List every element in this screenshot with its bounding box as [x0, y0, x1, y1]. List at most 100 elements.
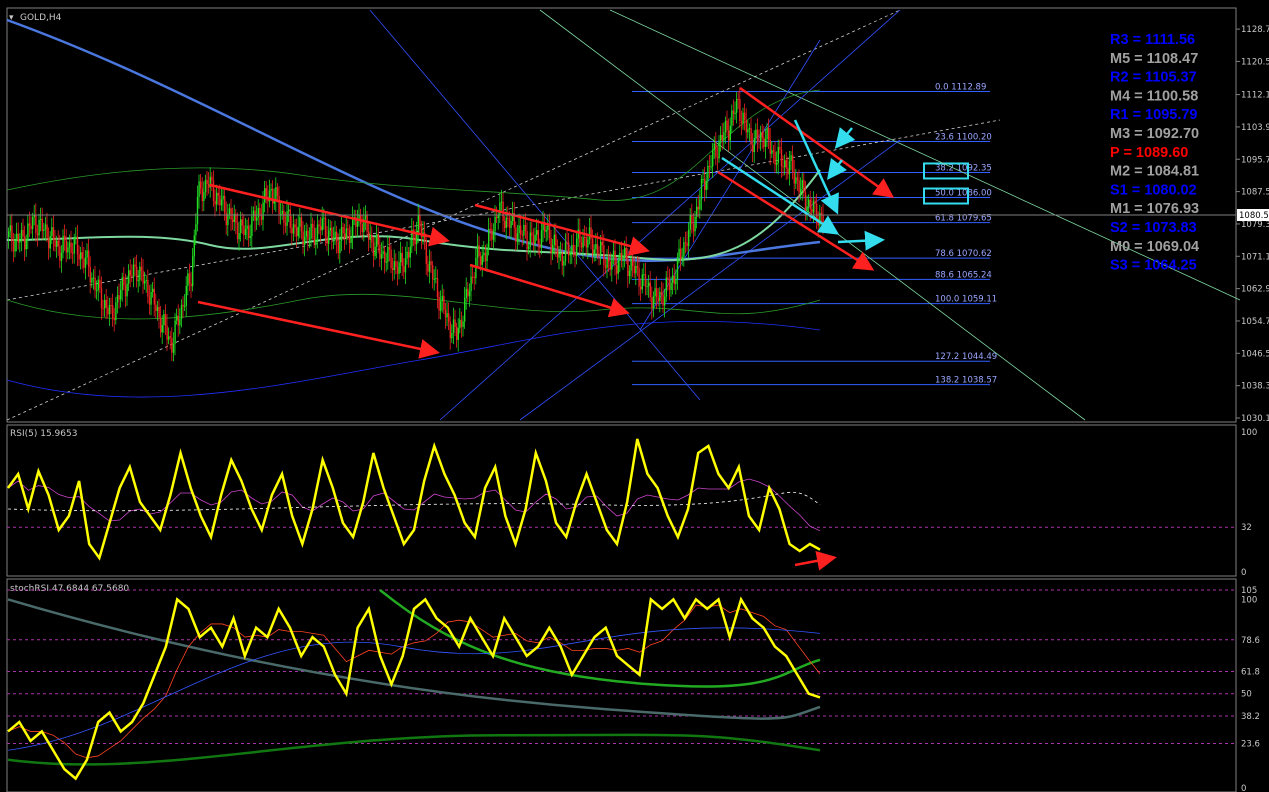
candle-body — [612, 250, 615, 258]
candle-body — [788, 160, 791, 175]
price-tick-label: 1054.7 — [1241, 317, 1269, 327]
candle-body — [496, 216, 498, 219]
candle-body — [681, 256, 683, 259]
candle-body — [710, 166, 712, 168]
candle-body — [248, 225, 250, 238]
trading-chart[interactable]: ▾ GOLD,H4 1128.71120.51112.11103.91095.7… — [0, 0, 1269, 792]
candle-body — [65, 240, 67, 253]
candle-body — [449, 321, 451, 339]
candle-body — [108, 304, 111, 315]
candle-body — [553, 234, 555, 245]
candle-body — [145, 279, 147, 281]
candle-body — [72, 252, 74, 254]
candle-body — [448, 313, 450, 322]
candle-body — [427, 264, 429, 272]
candle-body — [473, 277, 475, 279]
candle-body — [774, 151, 776, 165]
candle-body — [808, 199, 810, 207]
candle-body — [673, 275, 675, 285]
candle-body — [790, 155, 792, 161]
candle-body — [265, 188, 267, 197]
candle-body — [112, 305, 114, 319]
candle-body — [400, 252, 402, 263]
candle-body — [745, 120, 747, 133]
candle-body — [564, 242, 567, 262]
candle-body — [344, 233, 346, 239]
candle-body — [504, 220, 506, 228]
candle-body — [24, 236, 26, 250]
candle-body — [240, 219, 242, 234]
candle-body — [588, 227, 591, 240]
candle-body — [369, 234, 371, 240]
candle-body — [20, 230, 23, 241]
candle-body — [275, 187, 277, 201]
candle-body — [132, 264, 135, 277]
price-tick-label: 1079.3 — [1241, 220, 1269, 230]
candle-body — [675, 279, 677, 285]
candle-body — [134, 264, 136, 267]
candle-body — [784, 160, 786, 168]
candle-body — [323, 217, 325, 219]
candle-body — [692, 223, 695, 232]
candle-body — [732, 110, 735, 114]
candle-body — [8, 231, 10, 237]
candle-body — [521, 234, 523, 236]
candle-body — [691, 214, 693, 224]
candle-body — [336, 231, 338, 242]
candle-body — [166, 325, 168, 340]
candle-body — [641, 274, 643, 290]
candle-body — [174, 320, 176, 344]
candle-body — [748, 128, 751, 130]
candle-body — [670, 282, 672, 290]
candle-body — [656, 288, 658, 298]
candle-body — [651, 297, 653, 309]
candle-body — [144, 280, 146, 284]
candle-body — [40, 218, 42, 220]
candle-body — [292, 224, 295, 234]
candle-body — [584, 236, 586, 238]
candle-body — [451, 332, 453, 339]
candle-body — [276, 187, 279, 196]
candle-body — [139, 266, 141, 281]
candle-body — [92, 277, 95, 279]
candle-body — [446, 313, 448, 318]
candle-body — [251, 216, 253, 237]
candle-body — [94, 277, 96, 291]
candle-body — [467, 288, 469, 297]
candle-body — [734, 112, 736, 114]
candle-body — [601, 241, 603, 246]
candle-body — [89, 267, 91, 283]
candle-body — [585, 237, 587, 248]
candle-body — [664, 296, 666, 306]
price-tick-label: 1087.5 — [1241, 188, 1269, 198]
candle-body — [328, 230, 330, 244]
candle-body — [595, 244, 597, 250]
candle-body — [638, 268, 640, 287]
pivot-label: P = 1089.60 — [1110, 145, 1188, 161]
candle-body — [526, 231, 528, 250]
candle-body — [57, 240, 59, 247]
candle-body — [220, 199, 223, 206]
candle-body — [715, 143, 717, 157]
candle-body — [70, 242, 72, 253]
candle-body — [150, 291, 152, 305]
candle-body — [286, 211, 288, 226]
candle-body — [769, 139, 771, 154]
candle-body — [603, 245, 605, 265]
rsi-tick-label: 100 — [1241, 428, 1257, 438]
candle-body — [380, 253, 383, 259]
pivot-label: R2 = 1105.37 — [1110, 70, 1197, 86]
candle-body — [340, 226, 343, 241]
candle-body — [712, 150, 714, 167]
candle-body — [180, 304, 183, 320]
candle-body — [756, 129, 759, 141]
candle-body — [62, 235, 64, 253]
candle-body — [633, 265, 635, 274]
fib-label: 38.2 1092.35 — [935, 163, 992, 173]
candle-body — [798, 180, 800, 193]
candle-body — [507, 217, 509, 219]
candle-body — [724, 120, 727, 133]
candle-body — [118, 295, 120, 300]
candle-body — [771, 150, 773, 154]
candle-body — [361, 224, 363, 233]
